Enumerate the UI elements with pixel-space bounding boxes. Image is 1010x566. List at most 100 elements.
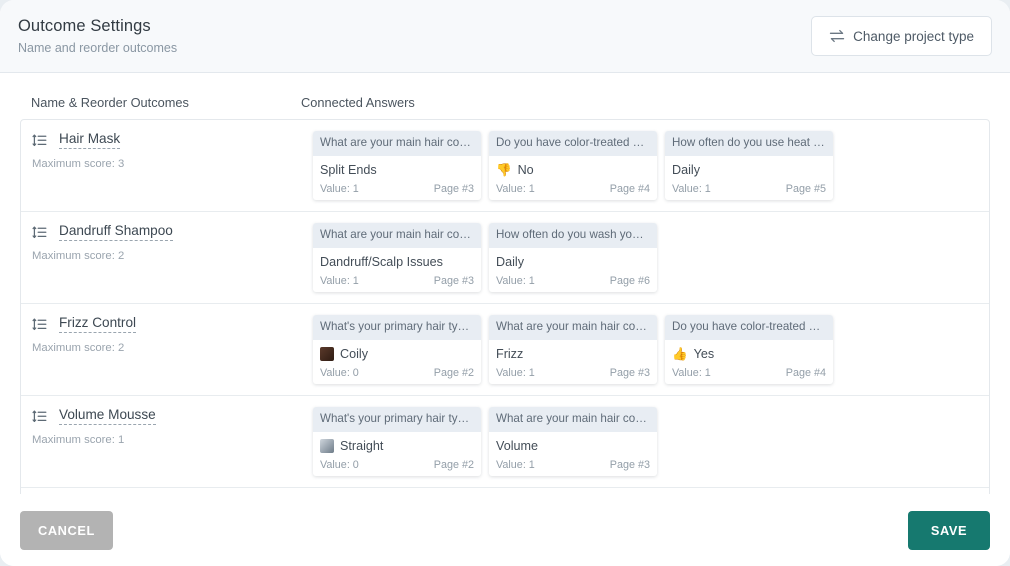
- answer-option-row: Volume: [496, 438, 650, 454]
- answer-question-label: What are your main hair con…: [313, 131, 481, 156]
- connected-answer-card[interactable]: Do you have color-treated h… 👍 Yes Value: 1…: [665, 315, 833, 384]
- answer-option-row: Coily: [320, 346, 474, 362]
- outcome-name-line: Hair Mask: [32, 131, 313, 149]
- connected-answers-cell: What's your primary hair ty… Coily Value: …: [313, 315, 989, 384]
- answer-card-body: 👎 No Value: 1 Page #4: [489, 156, 657, 200]
- answer-page-label: Page #6: [609, 275, 650, 287]
- reorder-handle-icon[interactable]: [32, 318, 47, 331]
- connected-answer-card[interactable]: What are your main hair con… Split Ends Va…: [313, 131, 481, 200]
- answer-option-label: Yes: [693, 347, 715, 361]
- answer-option-row: Frizz: [496, 346, 650, 362]
- outcome-cell: Dandruff Shampoo Maximum score: 2: [21, 223, 313, 262]
- answer-meta: Value: 1 Page #3: [496, 459, 650, 471]
- answer-option-label: Daily: [672, 163, 700, 177]
- coily-hair-photo: [320, 347, 334, 361]
- save-button[interactable]: SAVE: [908, 510, 990, 550]
- answer-emoji-icon: 👎: [496, 162, 512, 177]
- dialog-header: Outcome Settings Name and reorder outcom…: [0, 0, 1010, 73]
- outcome-cell: Frizz Control Maximum score: 2: [21, 315, 313, 354]
- answer-value-label: Value: 1: [496, 275, 535, 287]
- answer-question-label: What's your primary hair ty…: [313, 315, 481, 340]
- answer-value-label: Value: 0: [320, 367, 359, 379]
- answer-card-body: 👍 Yes Value: 1 Page #4: [665, 340, 833, 384]
- answer-card-body: Straight Value: 0 Page #2: [313, 432, 481, 476]
- dialog-body: Name & Reorder Outcomes Connected Answer…: [0, 73, 1010, 566]
- answer-meta: Value: 1 Page #4: [496, 183, 650, 195]
- cancel-button[interactable]: CANCEL: [20, 510, 113, 550]
- outcome-name-line: Volume Mousse: [32, 407, 313, 425]
- answer-meta: Value: 1 Page #6: [496, 275, 650, 287]
- answer-option-label: Straight: [340, 439, 384, 453]
- answer-question-label: What's your primary hair ty…: [313, 407, 481, 432]
- answer-question-label: Do you have color-treated h…: [489, 131, 657, 156]
- answer-option-row: Daily: [496, 254, 650, 270]
- answer-value-label: Value: 1: [672, 183, 711, 195]
- dialog-footer: CANCEL SAVE: [0, 494, 1010, 566]
- max-score-label: Maximum score: 2: [32, 342, 125, 354]
- answer-page-label: Page #3: [609, 459, 650, 471]
- answer-card-body: Daily Value: 1 Page #5: [665, 156, 833, 200]
- connected-answer-card[interactable]: How often do you use heat … Daily Value: 1…: [665, 131, 833, 200]
- table-row: Hair Mask Maximum score: 3 What are your m…: [21, 120, 989, 212]
- page-subtitle: Name and reorder outcomes: [18, 41, 178, 55]
- outcome-cell: Volume Mousse Maximum score: 1: [21, 407, 313, 446]
- answer-option-label: Split Ends: [320, 163, 377, 177]
- answer-value-label: Value: 1: [672, 367, 711, 379]
- table-row: Dandruff Shampoo Maximum score: 2 What are…: [21, 212, 989, 304]
- answer-option-row: Straight: [320, 438, 474, 454]
- answer-page-label: Page #2: [433, 367, 474, 379]
- outcome-name-input[interactable]: Hair Mask: [59, 131, 121, 149]
- connected-answer-card[interactable]: What are your main hair con… Frizz Value: …: [489, 315, 657, 384]
- answer-option-label: Frizz: [496, 347, 524, 361]
- reorder-handle-icon[interactable]: [32, 226, 47, 239]
- answer-card-body: Dandruff/Scalp Issues Value: 1 Page #3: [313, 248, 481, 292]
- answer-value-label: Value: 1: [496, 183, 535, 195]
- answer-card-body: Frizz Value: 1 Page #3: [489, 340, 657, 384]
- connected-answer-card[interactable]: What are your main hair con… Dandruff/Sca…: [313, 223, 481, 292]
- outcome-name-line: Frizz Control: [32, 315, 313, 333]
- answer-option-row: Dandruff/Scalp Issues: [320, 254, 474, 270]
- table-row: Volume Mousse Maximum score: 1 What's your…: [21, 396, 989, 488]
- reorder-handle-icon[interactable]: [32, 134, 47, 147]
- answer-meta: Value: 1 Page #5: [672, 183, 826, 195]
- answer-emoji-icon: 👍: [672, 346, 688, 361]
- outcome-cell: Hair Mask Maximum score: 3: [21, 131, 313, 170]
- answer-card-body: Volume Value: 1 Page #3: [489, 432, 657, 476]
- answer-option-row: 👎 No: [496, 162, 650, 178]
- connected-answer-card[interactable]: What are your main hair con… Volume Value:…: [489, 407, 657, 476]
- connected-answer-card[interactable]: How often do you wash you… Daily Value: 1 P…: [489, 223, 657, 292]
- header-text-group: Outcome Settings Name and reorder outcom…: [18, 16, 177, 56]
- answer-card-body: Split Ends Value: 1 Page #3: [313, 156, 481, 200]
- answer-value-label: Value: 1: [320, 275, 359, 287]
- outcome-name-input[interactable]: Frizz Control: [59, 315, 137, 333]
- outcome-name-input[interactable]: Dandruff Shampoo: [59, 223, 173, 241]
- answer-question-label: What are your main hair con…: [489, 315, 657, 340]
- answer-meta: Value: 0 Page #2: [320, 367, 474, 379]
- answer-question-label: Do you have color-treated h…: [665, 315, 833, 340]
- max-score-label: Maximum score: 1: [32, 434, 125, 446]
- answer-card-body: Daily Value: 1 Page #6: [489, 248, 657, 292]
- connected-answer-card[interactable]: Do you have color-treated h… 👎 No Value: 1 P…: [489, 131, 657, 200]
- reorder-handle-icon[interactable]: [32, 410, 47, 423]
- answer-meta: Value: 1 Page #3: [496, 367, 650, 379]
- answer-value-label: Value: 1: [496, 459, 535, 471]
- answer-question-label: What are your main hair con…: [489, 407, 657, 432]
- connected-answers-cell: What are your main hair con… Split Ends Va…: [313, 131, 989, 200]
- outcome-name-input[interactable]: Volume Mousse: [59, 407, 156, 425]
- connected-answers-cell: What's your primary hair ty… Straight Valu…: [313, 407, 989, 476]
- change-project-type-button[interactable]: Change project type: [811, 16, 992, 56]
- answer-meta: Value: 0 Page #2: [320, 459, 474, 471]
- column-header-outcomes: Name & Reorder Outcomes: [31, 95, 189, 110]
- answer-option-label: Dandruff/Scalp Issues: [320, 255, 443, 269]
- connected-answer-card[interactable]: What's your primary hair ty… Straight Valu…: [313, 407, 481, 476]
- answer-page-label: Page #4: [609, 183, 650, 195]
- column-headers: Name & Reorder Outcomes Connected Answer…: [20, 95, 990, 119]
- table-row: Frizz Control Maximum score: 2 What's your…: [21, 304, 989, 396]
- answer-card-body: Coily Value: 0 Page #2: [313, 340, 481, 384]
- connected-answer-card[interactable]: What's your primary hair ty… Coily Value: …: [313, 315, 481, 384]
- max-score-label: Maximum score: 2: [32, 250, 125, 262]
- answer-option-row: Split Ends: [320, 162, 474, 178]
- answer-value-label: Value: 0: [320, 459, 359, 471]
- answer-option-row: Daily: [672, 162, 826, 178]
- max-score-label: Maximum score: 3: [32, 158, 125, 170]
